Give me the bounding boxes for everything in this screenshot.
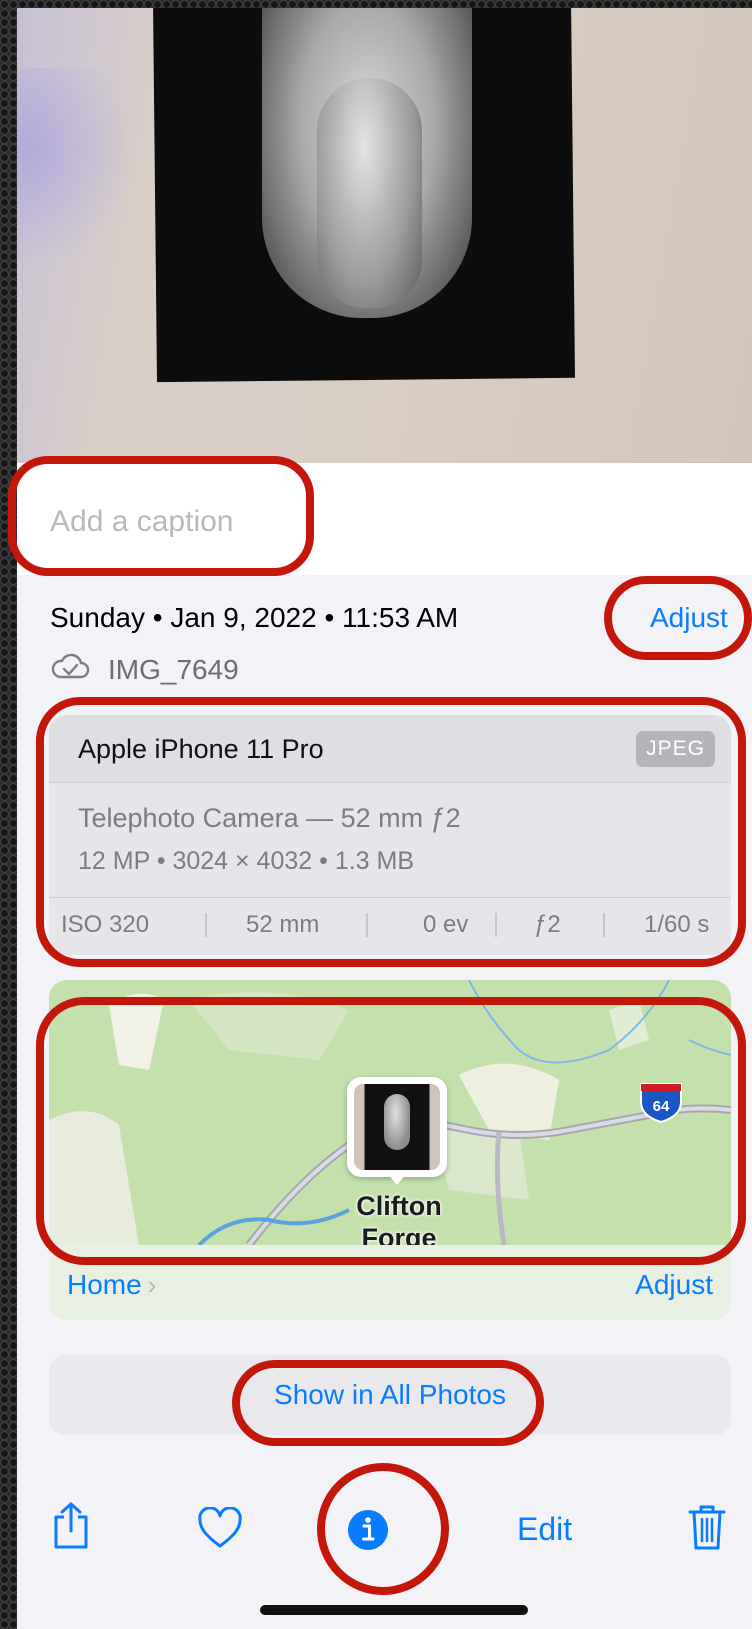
photo-view[interactable] xyxy=(17,8,752,463)
light-glow xyxy=(17,68,137,268)
home-indicator[interactable] xyxy=(260,1605,528,1615)
annotation-show-all xyxy=(232,1360,544,1446)
file-name-row: IMG_7649 xyxy=(50,652,239,688)
location-link[interactable]: Home › xyxy=(67,1269,156,1301)
chevron-right-icon: › xyxy=(147,1270,157,1300)
icloud-check-icon xyxy=(50,653,90,688)
annotation-caption xyxy=(8,456,314,576)
trash-icon[interactable] xyxy=(687,1503,727,1556)
annotation-camera-card xyxy=(36,697,746,967)
annotation-adjust xyxy=(604,576,752,660)
location-link-label: Home xyxy=(67,1269,142,1300)
heart-icon[interactable] xyxy=(197,1506,243,1554)
annotation-map xyxy=(36,997,746,1265)
annotation-info xyxy=(317,1463,449,1595)
adjust-location-button[interactable]: Adjust xyxy=(635,1269,713,1301)
share-icon[interactable] xyxy=(50,1501,92,1556)
file-name: IMG_7649 xyxy=(108,654,239,685)
sculpture-highlight xyxy=(317,78,422,308)
photo-date-time: Sunday • Jan 9, 2022 • 11:53 AM xyxy=(50,602,459,633)
edit-button[interactable]: Edit xyxy=(517,1511,572,1548)
